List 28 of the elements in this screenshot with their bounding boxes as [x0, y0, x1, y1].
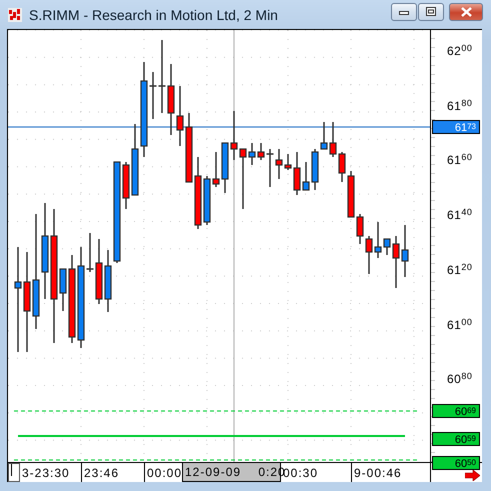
time-label: 9-00:46	[351, 463, 429, 482]
close-button[interactable]	[449, 2, 483, 20]
candle	[150, 72, 156, 119]
candle	[266, 149, 274, 187]
price-marker: 61$^{73}$	[432, 120, 480, 134]
price-label: 61$^{40}$	[447, 208, 472, 222]
app-logo-icon	[8, 8, 22, 22]
candle	[86, 233, 94, 272]
window-title: S.RIMM - Research in Motion Ltd, 2 Min	[29, 6, 279, 22]
price-marker: 60$^{69}$	[432, 404, 480, 418]
maximize-icon	[426, 7, 436, 16]
minimize-button[interactable]	[391, 2, 417, 20]
right-arrow-icon[interactable]	[465, 470, 480, 481]
time-label: 00:30	[283, 464, 320, 482]
price-marker: 60$^{59}$	[432, 432, 480, 446]
axis-scroll-handle[interactable]	[8, 463, 20, 482]
price-label: 61$^{60}$	[447, 153, 472, 168]
price-label: 62$^{00}$	[447, 44, 472, 58]
price-label: 61$^{20}$	[447, 262, 472, 277]
maximize-button[interactable]	[418, 2, 444, 20]
close-icon	[460, 6, 472, 16]
time-label: 3-23:30	[21, 464, 71, 482]
time-label: 23:46	[81, 463, 144, 482]
price-label: 60$^{80}$	[447, 372, 472, 386]
price-label: 61$^{80}$	[447, 98, 472, 113]
price-label: 61$^{00}$	[447, 318, 472, 332]
price-marker: 60$^{50}$	[432, 456, 480, 470]
minimize-icon	[399, 8, 409, 14]
